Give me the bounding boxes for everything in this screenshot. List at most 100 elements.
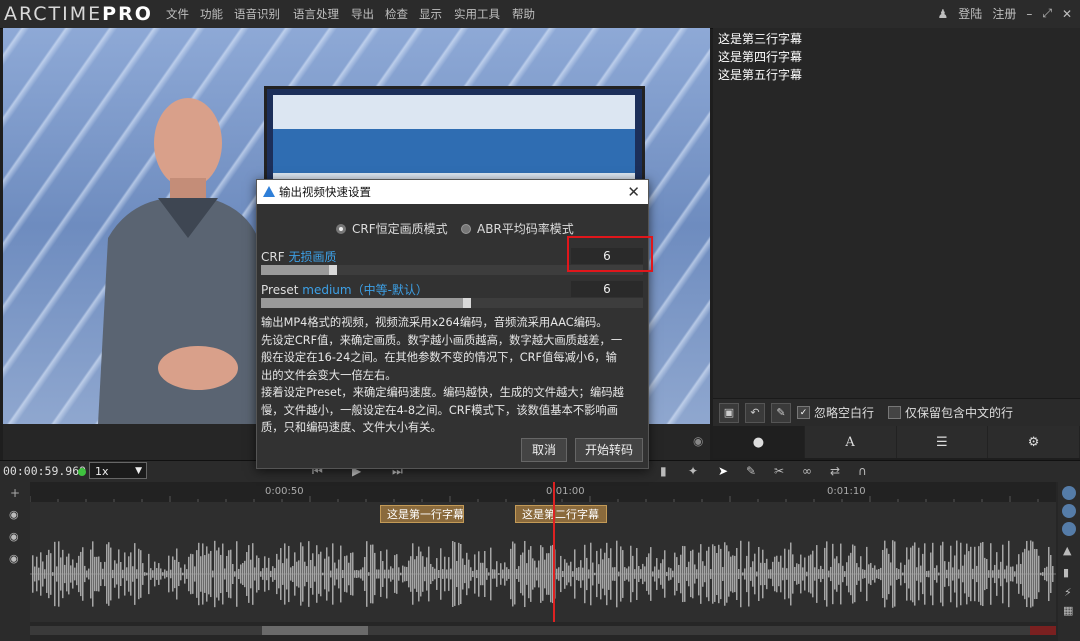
register-link[interactable]: 注册: [992, 5, 1016, 22]
eye-icon[interactable]: ◉: [9, 530, 19, 543]
subtitle-block[interactable]: 这是第二行字幕: [515, 505, 607, 523]
description-line: 般在设定在16-24之间。在其他参数不变的情况下，CRF值每减小6，输: [261, 351, 617, 364]
preset-label-row: Preset medium（中等-默认）: [261, 281, 428, 298]
crf-label: CRF: [261, 250, 285, 264]
cancel-button[interactable]: 取消: [521, 438, 567, 462]
mountain-icon[interactable]: ▲: [1063, 544, 1071, 557]
chinese-only-label: 仅保留包含中文的行: [905, 406, 1014, 420]
add-track-icon[interactable]: +: [10, 486, 20, 500]
ignore-blank-label: 忽略空白行: [814, 406, 875, 420]
preset-label: Preset: [261, 283, 299, 297]
timeline-side-tools: ▲ ▮ ⚡ ▦: [1058, 482, 1080, 641]
track-controls: + ◉ ◉ ◉: [0, 482, 30, 641]
description-line: 质，只和编码速度、文件大小有关。: [261, 421, 442, 434]
waveform-graphic: [30, 540, 1056, 608]
crf-slider-fill: [261, 265, 337, 275]
bolt-icon[interactable]: ⚡: [1064, 586, 1072, 599]
bookmark-icon[interactable]: ▮: [660, 464, 667, 478]
subtitle-line[interactable]: 这是第四行字幕: [718, 48, 1080, 66]
panel-tabs: ● A ☰ ⚙: [713, 426, 1080, 458]
dialog-title-bar: 输出视频快速设置 ✕: [257, 180, 648, 204]
edit-icon[interactable]: ✎: [771, 402, 791, 423]
crf-label-row: CRF 无损画质: [261, 248, 336, 265]
preset-slider[interactable]: [261, 298, 643, 308]
ignore-blank-checkbox[interactable]: ✓ 忽略空白行: [797, 404, 874, 421]
close-icon[interactable]: ✕: [627, 180, 640, 204]
zoom-icon[interactable]: [1062, 522, 1076, 536]
menu-display[interactable]: 显示: [419, 7, 442, 21]
minimize-icon[interactable]: –: [1026, 7, 1032, 21]
timeline-scrollbar[interactable]: [30, 626, 1056, 635]
eye-icon[interactable]: ◉: [9, 508, 19, 521]
subtitle-line[interactable]: 这是第三行字幕: [718, 30, 1080, 48]
chinese-only-checkbox[interactable]: 仅保留包含中文的行: [888, 404, 1013, 421]
description-line: 出的文件会变大一倍左右。: [261, 368, 397, 382]
link-icon[interactable]: ∞: [802, 464, 812, 478]
menu-file[interactable]: 文件: [166, 7, 189, 21]
zoom-icon[interactable]: [1062, 486, 1076, 500]
login-link[interactable]: 登陆: [958, 5, 982, 22]
menu-bar: ARCTIMEPRO 文件 功能 语音识别 语言处理 导出 检查 显示 实用工具…: [0, 0, 1080, 29]
font-icon: A: [845, 434, 855, 450]
tab-comment[interactable]: ●: [713, 426, 805, 458]
subtitle-track[interactable]: 这是第一行字幕 这是第二行字幕: [30, 502, 1056, 526]
select-all-icon[interactable]: ▣: [719, 402, 739, 423]
menu-check[interactable]: 检查: [385, 7, 408, 21]
close-window-icon[interactable]: ✕: [1062, 7, 1072, 21]
tab-settings[interactable]: ⚙: [988, 426, 1080, 458]
start-transcode-button[interactable]: 开始转码: [575, 438, 643, 462]
app-logo-icon: [263, 186, 275, 197]
checkbox-unchecked-icon[interactable]: [888, 406, 902, 419]
subtitle-line[interactable]: 这是第五行字幕: [718, 66, 1080, 84]
visibility-icon[interactable]: ◉: [693, 434, 703, 448]
undo-icon[interactable]: ↶: [745, 402, 765, 423]
menu-speech-recognition[interactable]: 语音识别: [234, 7, 280, 21]
menu-help[interactable]: 帮助: [512, 7, 535, 21]
dialog-title: 输出视频快速设置: [279, 185, 371, 199]
auth-area: ♟ 登陆 注册 – ⤢ ✕: [938, 5, 1072, 22]
subtitle-text-panel[interactable]: 这是第三行字幕 这是第四行字幕 这是第五行字幕: [713, 28, 1080, 398]
preset-slider-fill: [261, 298, 471, 308]
menu-language-processing[interactable]: 语言处理: [293, 7, 339, 21]
time-ruler[interactable]: 0:00:50 0:01:00 0:01:10: [30, 482, 1056, 503]
monitor-nav: [273, 129, 635, 173]
timeline[interactable]: + ◉ ◉ ◉ 0:00:50 0:01:00 0:01:10 这是第一行字幕 …: [0, 482, 1080, 641]
radio-selected-icon[interactable]: [336, 223, 346, 234]
subtitle-block[interactable]: 这是第一行字幕: [380, 505, 464, 523]
preset-slider-handle[interactable]: [463, 298, 471, 308]
cursor-icon[interactable]: ➤: [718, 464, 728, 478]
tab-list[interactable]: ☰: [897, 426, 989, 458]
crf-quality-text: 无损画质: [288, 250, 337, 264]
grid-icon[interactable]: ▦: [1063, 604, 1073, 617]
preset-value-field[interactable]: 6: [571, 281, 643, 297]
user-icon: ♟: [937, 6, 949, 21]
magnet-icon[interactable]: ∩: [858, 464, 867, 478]
tab-font[interactable]: A: [805, 426, 897, 458]
swap-icon[interactable]: ⇄: [830, 464, 840, 478]
magic-icon[interactable]: ✦: [688, 464, 698, 478]
scroll-end-marker: [1030, 626, 1056, 635]
edit-tool-icon[interactable]: ✎: [746, 464, 756, 478]
menu-tools[interactable]: 实用工具: [454, 7, 500, 21]
audio-waveform[interactable]: [30, 526, 1056, 622]
crf-mode-label: CRF恒定画质模式: [352, 222, 448, 236]
fullscreen-icon[interactable]: ⤢: [1042, 6, 1052, 21]
zoom-icon[interactable]: [1062, 504, 1076, 518]
checkbox-checked-icon[interactable]: ✓: [797, 406, 810, 419]
eye-icon[interactable]: ◉: [9, 552, 19, 565]
bars-icon[interactable]: ▮: [1063, 566, 1069, 579]
timecode: 00:00:59.969: [3, 464, 87, 478]
speed-select[interactable]: 1x ▼: [89, 462, 147, 479]
crf-mode-radio[interactable]: CRF恒定画质模式: [336, 220, 448, 237]
description-line: 慢，文件越小，一般设定在4-8之间。CRF模式下，该数值基本不影响画: [261, 403, 619, 417]
scissors-icon[interactable]: ✂: [774, 464, 784, 478]
radio-unselected-icon[interactable]: [461, 223, 471, 234]
crf-slider-handle[interactable]: [329, 265, 337, 275]
abr-mode-radio[interactable]: ABR平均码率模式: [461, 220, 574, 237]
menu-function[interactable]: 功能: [200, 7, 223, 21]
speed-value: 1x: [95, 465, 109, 478]
description-line: 先设定CRF值，来确定画质。数字越小画质越高，数字越大画质越差，一: [261, 333, 623, 347]
scrollbar-thumb[interactable]: [262, 626, 368, 635]
menu-export[interactable]: 导出: [351, 7, 374, 21]
playhead[interactable]: [553, 482, 555, 622]
